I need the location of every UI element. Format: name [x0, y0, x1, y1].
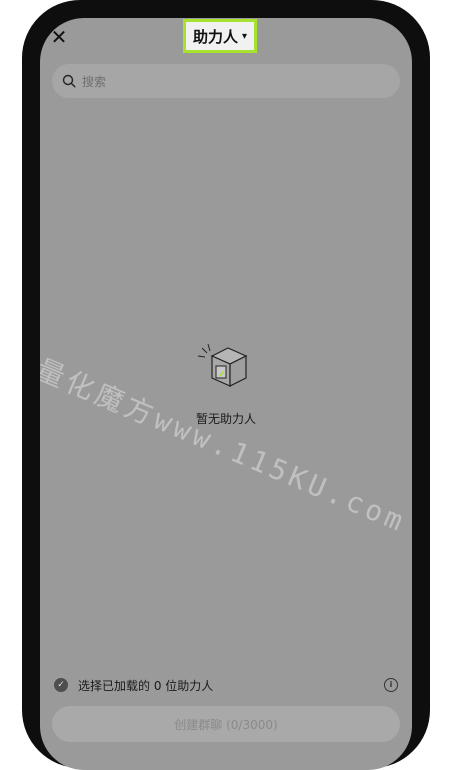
search-placeholder: 搜索 — [82, 74, 107, 89]
chevron-down-icon: ▾ — [241, 30, 248, 42]
create-group-chat-button[interactable]: 创建群聊 (0/3000) — [52, 706, 400, 742]
app-screen: ✕ 助力人 ▾ 搜索 暂无助力人 量化魔方www.115KU.com ✓ 选择已… — [40, 18, 412, 770]
close-button[interactable]: ✕ — [50, 25, 68, 49]
selection-label: 选择已加载的 0 位助力人 — [78, 678, 214, 693]
close-icon: ✕ — [50, 25, 68, 49]
title-dropdown[interactable]: 助力人 ▾ — [183, 19, 257, 53]
checkbox-icon[interactable]: ✓ — [54, 678, 68, 692]
search-input[interactable]: 搜索 — [52, 64, 400, 98]
page-title: 助力人 — [192, 27, 238, 46]
search-icon — [62, 74, 76, 88]
top-bar: ✕ 助力人 ▾ — [40, 18, 412, 62]
select-loaded-helpers[interactable]: ✓ 选择已加载的 0 位助力人 i — [54, 674, 398, 696]
empty-box-icon — [194, 342, 258, 400]
info-icon[interactable]: i — [384, 678, 398, 692]
